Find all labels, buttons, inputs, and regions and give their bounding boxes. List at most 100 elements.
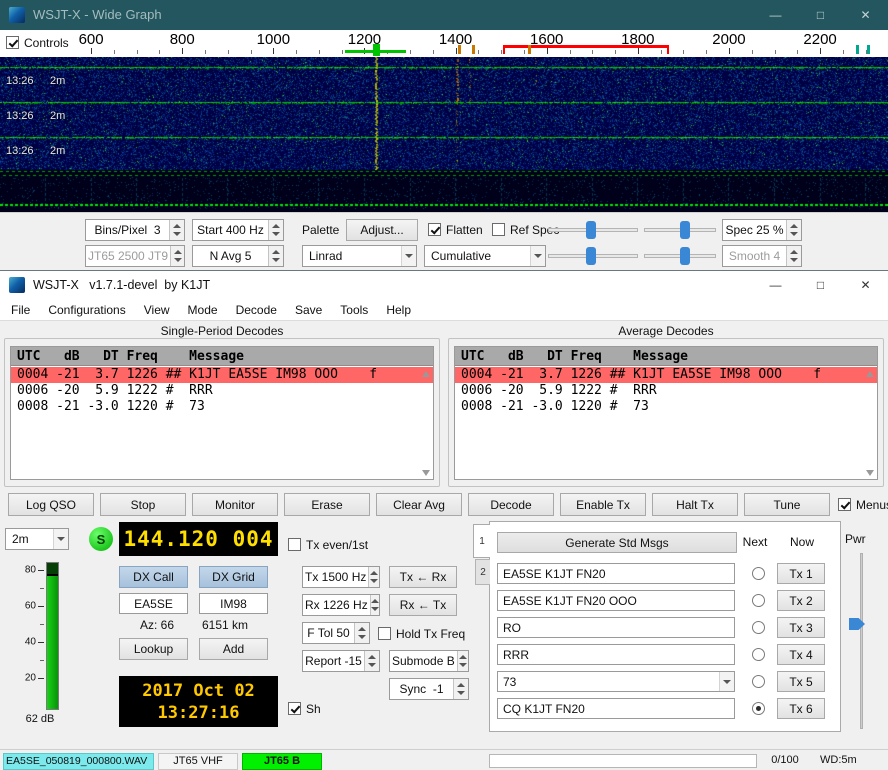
spin-down-icon[interactable] [459,663,467,667]
tx-from-rx-button[interactable]: Tx ← Rx [389,566,457,588]
menu-mode[interactable]: Mode [179,299,227,321]
spin-up-icon[interactable] [790,224,798,228]
rx-from-tx-button[interactable]: Rx ← Tx [389,594,457,616]
slider-handle[interactable] [586,221,596,239]
spec-percent-spinbox[interactable]: Spec 25 % [722,219,802,241]
menu-decode[interactable]: Decode [227,299,286,321]
spin-down-icon[interactable] [368,663,376,667]
pwr-slider[interactable] [860,553,863,729]
lookup-button[interactable]: Lookup [119,638,188,660]
decode-row[interactable]: 0006 -20 5.9 1222 # RRR [455,383,877,399]
tx-even-checkbox[interactable]: Tx even/1st [288,537,368,552]
slider-handle[interactable] [586,247,596,265]
main-titlebar[interactable]: WSJT-X v1.7.1-devel by K1JT — □ ✕ [0,271,888,299]
button-enable-tx[interactable]: Enable Tx [560,493,646,516]
rx-freq-spinbox[interactable]: Rx 1226 Hz [302,594,380,616]
message-field-tx4[interactable]: RRR [497,644,735,665]
spinner-buttons[interactable] [786,246,801,266]
spinner-buttons[interactable] [368,567,379,587]
scroll-down-icon[interactable] [422,470,430,476]
waterfall[interactable]: 13:262m13:262m13:262m [0,57,888,212]
spinner-buttons[interactable] [457,651,468,671]
tab-1[interactable]: 1 [473,524,490,558]
tx3-button[interactable]: Tx 3 [777,617,825,638]
add-button[interactable]: Add [199,638,268,660]
spinner-buttons[interactable] [370,595,379,615]
spin-up-icon[interactable] [368,655,376,659]
menu-configurations[interactable]: Configurations [39,299,134,321]
decode-row[interactable]: 0006 -20 5.9 1222 # RRR [11,383,433,399]
button-monitor[interactable]: Monitor [192,493,278,516]
hold-tx-freq-checkbox[interactable]: Hold Tx Freq [378,626,465,641]
tx1-button[interactable]: Tx 1 [777,563,825,584]
smooth-spinbox[interactable]: Smooth 4 [722,245,802,267]
submode-spinbox[interactable]: Submode B [389,650,469,672]
f-tol-spinbox[interactable]: F Tol 50 [302,622,370,644]
sh-checkbox[interactable]: Sh [288,701,321,716]
frequency-scale[interactable]: Controls 6008001000120014001600180020002… [0,30,888,57]
button-erase[interactable]: Erase [284,493,370,516]
tx5-button[interactable]: Tx 5 [777,671,825,692]
spinner-buttons[interactable] [786,220,801,240]
adjust-button[interactable]: Adjust... [346,219,418,241]
menu-tools[interactable]: Tools [331,299,377,321]
next-radio-tx6[interactable] [752,702,765,715]
spinner-buttons[interactable] [268,246,283,266]
maximize-icon[interactable]: □ [798,0,843,30]
spin-down-icon[interactable] [370,579,378,583]
spin-up-icon[interactable] [459,655,467,659]
scroll-down-icon[interactable] [866,470,874,476]
next-radio-tx5[interactable] [752,675,765,688]
decode-row[interactable]: 0004 -21 3.7 1226 ## K1JT EA5SE IM98 OOO… [455,367,877,383]
tx-freq-spinbox[interactable]: Tx 1500 Hz [302,566,380,588]
spinner-buttons[interactable] [169,220,184,240]
split-freq-spinbox[interactable]: JT65 2500 JT9 [85,245,185,267]
spinner-buttons[interactable] [453,679,468,699]
spin-down-icon[interactable] [358,635,366,639]
wide-graph-titlebar[interactable]: WSJT-X - Wide Graph — □ ✕ [0,0,888,30]
next-radio-tx4[interactable] [752,648,765,661]
slider-handle[interactable] [680,247,690,265]
gain-slider[interactable] [548,220,638,240]
message-field-tx5[interactable]: 73 [497,671,735,692]
display-mode-select[interactable]: Cumulative [424,245,546,267]
palette-select[interactable]: Linrad [302,245,417,267]
menu-save[interactable]: Save [286,299,331,321]
button-tune[interactable]: Tune [744,493,830,516]
slider-handle[interactable] [680,221,690,239]
bins-pixel-spinbox[interactable]: Bins/Pixel 3 [85,219,185,241]
message-field-tx2[interactable]: EA5SE K1JT FN20 OOO [497,590,735,611]
tx2-button[interactable]: Tx 2 [777,590,825,611]
minimize-icon[interactable]: — [753,271,798,299]
tx6-button[interactable]: Tx 6 [777,698,825,719]
spin-down-icon[interactable] [790,258,798,262]
spin-up-icon[interactable] [272,250,280,254]
spin-down-icon[interactable] [174,258,182,262]
maximize-icon[interactable]: □ [798,271,843,299]
generate-std-msgs-button[interactable]: Generate Std Msgs [497,532,737,553]
scroll-up-icon[interactable] [422,371,430,377]
controls-checkbox[interactable]: Controls [6,35,69,50]
scroll-up-icon[interactable] [866,371,874,377]
decode-row[interactable]: 0008 -21 -3.0 1220 # 73 [455,399,877,415]
flatten-checkbox[interactable]: Flatten [428,222,483,237]
spin-up-icon[interactable] [173,224,181,228]
spinner-buttons[interactable] [170,246,184,266]
n-avg-spinbox[interactable]: N Avg 5 [192,245,284,267]
avg-zero-slider[interactable] [644,246,716,266]
spinner-buttons[interactable] [268,220,283,240]
spin-up-icon[interactable] [370,571,378,575]
spinner-buttons[interactable] [364,651,379,671]
dx-call-field[interactable]: EA5SE [119,593,188,614]
spin-down-icon[interactable] [371,607,379,611]
button-stop[interactable]: Stop [100,493,186,516]
start-freq-spinbox[interactable]: Start 400 Hz [192,219,284,241]
dx-grid-button[interactable]: DX Grid [199,566,268,588]
spinner-buttons[interactable] [354,623,369,643]
close-icon[interactable]: ✕ [843,271,888,299]
close-icon[interactable]: ✕ [843,0,888,30]
message-field-tx1[interactable]: EA5SE K1JT FN20 [497,563,735,584]
next-radio-tx1[interactable] [752,567,765,580]
spin-up-icon[interactable] [457,683,465,687]
spin-down-icon[interactable] [457,691,465,695]
